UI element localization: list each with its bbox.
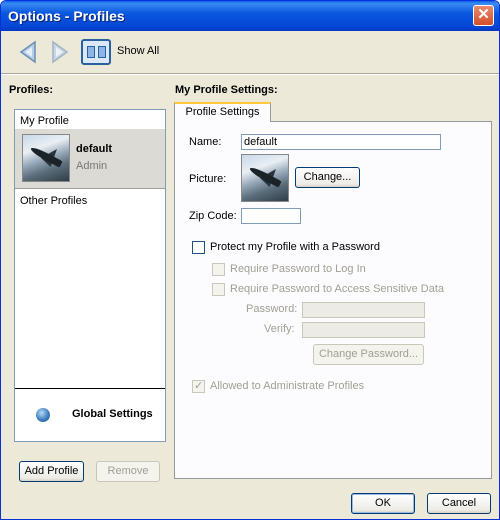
- profile-item-default[interactable]: default Admin: [15, 129, 165, 189]
- global-settings-item[interactable]: Global Settings: [72, 408, 153, 420]
- require-sensitive-checkbox[interactable]: [212, 283, 225, 296]
- profile-role: Admin: [76, 160, 108, 172]
- window-title: Options - Profiles: [8, 8, 125, 24]
- zip-code-label: Zip Code:: [189, 210, 237, 222]
- cancel-button[interactable]: Cancel: [427, 493, 491, 514]
- profiles-heading: Profiles:: [9, 84, 54, 96]
- remove-profile-button[interactable]: Remove: [96, 461, 160, 482]
- globe-icon: [36, 408, 50, 422]
- profile-settings-panel: Name: default Picture: Change... Zip Cod…: [174, 121, 492, 479]
- verify-field[interactable]: [302, 322, 425, 338]
- protect-password-checkbox[interactable]: [192, 241, 205, 254]
- name-label: Name:: [189, 136, 222, 148]
- show-all-label: Show All: [117, 45, 160, 57]
- forward-arrow-icon[interactable]: [49, 40, 71, 64]
- title-bar: Options - Profiles ✕: [1, 1, 499, 31]
- toolbar: Show All: [1, 31, 499, 73]
- profile-avatar: [22, 134, 70, 182]
- allowed-admin-checkbox[interactable]: ✓: [192, 380, 205, 393]
- protect-password-label: Protect my Profile with a Password: [210, 241, 380, 253]
- name-field[interactable]: default: [241, 134, 441, 150]
- password-field[interactable]: [302, 302, 425, 318]
- ok-button[interactable]: OK: [351, 493, 415, 514]
- my-profile-group-label: My Profile: [20, 115, 69, 127]
- zip-code-field[interactable]: [241, 208, 301, 224]
- profile-name: default: [76, 143, 113, 155]
- options-dialog: Options - Profiles ✕ Show All Profiles: …: [0, 0, 500, 520]
- close-button[interactable]: ✕: [473, 5, 494, 26]
- change-picture-button[interactable]: Change...: [295, 167, 360, 188]
- require-login-checkbox[interactable]: [212, 263, 225, 276]
- list-divider: [15, 388, 165, 389]
- picture-label: Picture:: [189, 173, 227, 185]
- settings-heading: My Profile Settings:: [175, 84, 278, 96]
- checkmark-icon: ✓: [194, 380, 204, 392]
- show-all-button[interactable]: Show All: [81, 38, 165, 66]
- password-label: Password:: [246, 303, 298, 315]
- allowed-admin-label: Allowed to Administrate Profiles: [210, 380, 365, 392]
- add-profile-button[interactable]: Add Profile: [19, 461, 84, 482]
- profile-picture: [241, 154, 289, 202]
- toolbar-separator: [1, 73, 499, 75]
- change-password-button[interactable]: Change Password...: [313, 344, 424, 365]
- back-arrow-icon[interactable]: [17, 40, 39, 64]
- profiles-list: My Profile default Admin Other Profiles …: [14, 109, 166, 442]
- require-sensitive-label: Require Password to Access Sensitive Dat…: [230, 283, 444, 295]
- tab-profile-settings[interactable]: Profile Settings: [174, 102, 271, 122]
- verify-label: Verify:: [264, 323, 295, 335]
- require-login-label: Require Password to Log In: [230, 263, 366, 275]
- preferences-panes-icon: [81, 39, 111, 65]
- other-profiles-group-label: Other Profiles: [20, 195, 88, 207]
